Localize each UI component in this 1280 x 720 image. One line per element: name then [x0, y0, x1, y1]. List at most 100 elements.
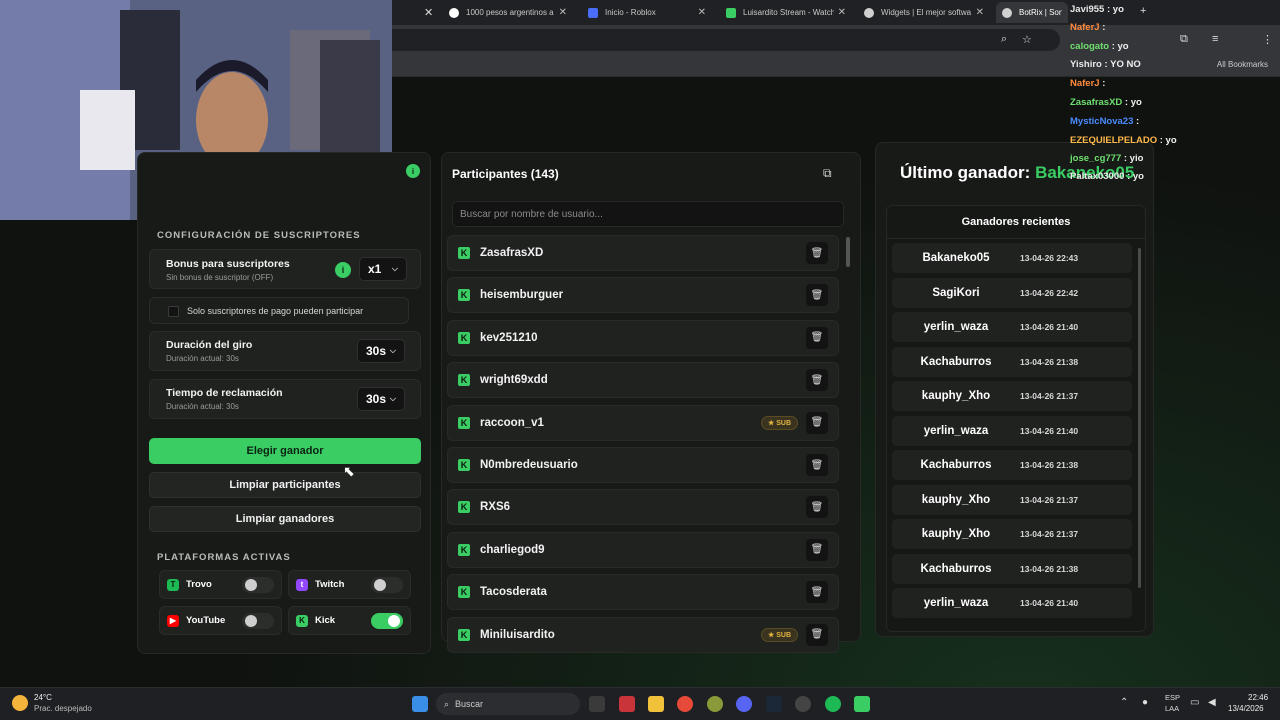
search-placeholder: Buscar por nombre de usuario... [460, 208, 603, 220]
close-tab-icon[interactable]: ✕ [976, 7, 984, 18]
task-view-icon[interactable] [589, 696, 605, 712]
platform-trovo: T Trovo [159, 570, 282, 599]
participant-list-scrollbar[interactable] [846, 237, 850, 267]
winner-name: yerlin_waza [923, 597, 989, 609]
chat-text: : [1136, 116, 1140, 127]
winner-date: 13-04-26 21:40 [1020, 322, 1079, 332]
bonus-multiplier-select[interactable]: x1 ⌵ [359, 257, 407, 281]
trash-icon: 🗑 [810, 247, 824, 259]
youtube-toggle[interactable] [242, 613, 274, 629]
google-icon [449, 7, 459, 18]
toggle-knob [374, 579, 386, 591]
chrome-icon[interactable] [677, 696, 693, 712]
weather-temp: 24°C [34, 693, 52, 702]
info-icon[interactable]: i [406, 164, 420, 178]
trovo-toggle[interactable] [242, 577, 274, 593]
participant-row: K N0mbredeusuario 🗑 [447, 447, 839, 483]
trash-icon: 🗑 [810, 586, 824, 598]
delete-participant-button[interactable]: 🗑 [806, 284, 828, 307]
participant-name: kev251210 [480, 331, 538, 344]
taskbar-search[interactable]: ⌕ Buscar [436, 693, 580, 715]
kick-icon[interactable] [854, 696, 870, 712]
clock-time[interactable]: 22:46 [1248, 693, 1268, 702]
volume-icon[interactable]: ◀ [1208, 697, 1216, 708]
chat-text: : yo [1111, 41, 1129, 52]
delete-participant-button[interactable]: 🗑 [806, 242, 828, 264]
tab-roblox[interactable]: Inicio - Roblox ✕ [582, 2, 712, 23]
sub-badge: ★ SUB [760, 627, 798, 642]
toggle-knob [388, 615, 400, 627]
clear-participants-button[interactable]: Limpiar participantes [149, 472, 421, 498]
microphone-icon[interactable]: ● [1142, 697, 1148, 708]
winner-row: kauphy_Xho 13-04-26 21:37 [892, 484, 1132, 515]
spin-duration-select[interactable]: 30s ⌵ [357, 339, 405, 363]
delete-participant-button[interactable]: 🗑 [806, 411, 828, 434]
delete-participant-button[interactable]: 🗑 [806, 538, 828, 561]
kick-icon: K [458, 289, 470, 302]
chat-message: Javi955 : yo [1070, 4, 1124, 15]
recent-winners-scrollbar[interactable] [1138, 248, 1141, 588]
app-icon[interactable] [619, 696, 635, 712]
recent-winners-box: Ganadores recientes Bakaneko05 13-04-26 2… [886, 205, 1146, 632]
steam-icon[interactable] [766, 696, 782, 712]
chat-message: ZasafrasXD : yo [1070, 97, 1142, 108]
kick-toggle[interactable] [371, 613, 403, 629]
clock-date[interactable]: 13/4/2026 [1228, 704, 1264, 713]
delete-participant-button[interactable]: 🗑 [806, 623, 828, 646]
participant-search-input[interactable]: Buscar por nombre de usuario... [452, 201, 844, 227]
winner-row: Kachaburros 13-04-26 21:38 [892, 553, 1132, 584]
chat-text: : [1102, 22, 1106, 33]
screen: ✕ 1000 pesos argentinos a d ✕ Inicio - R… [0, 0, 1280, 720]
zoom-icon[interactable]: ⌕ [1001, 33, 1007, 46]
winner-date: 13-04-26 21:38 [1020, 563, 1079, 574]
address-bar[interactable] [380, 29, 1060, 51]
participant-row: K RXS6 🗑 [447, 489, 839, 526]
claim-time-subtitle: Duración actual: 30s [166, 402, 239, 411]
tab-botrix-sorteo[interactable]: BotRix | Sorteo [996, 2, 1068, 23]
tab-kick-stream[interactable]: Luisardito Stream - Watch ✕ [720, 2, 852, 23]
participant-row: K Tacosderata 🗑 [447, 574, 839, 611]
tab-widgets[interactable]: Widgets | El mejor softwa ✕ [858, 2, 990, 23]
kick-icon: K [458, 586, 470, 599]
obs-icon[interactable] [795, 696, 811, 712]
chevron-down-icon: ⌵ [389, 346, 396, 355]
tab-google[interactable]: 1000 pesos argentinos a d ✕ [443, 2, 573, 23]
delete-participant-button[interactable]: 🗑 [806, 581, 828, 604]
close-tab-icon[interactable]: ✕ [559, 7, 567, 18]
delete-participant-button[interactable]: 🗑 [806, 369, 828, 392]
bookmark-star-icon[interactable]: ☆ [1022, 33, 1032, 46]
network-icon[interactable]: ▭ [1190, 697, 1199, 708]
delete-participant-button[interactable]: 🗑 [806, 326, 828, 349]
close-tab-icon[interactable]: ✕ [424, 6, 433, 19]
bonus-subtitle: Sin bonus de suscriptor (OFF) [166, 273, 274, 282]
clear-winners-button[interactable]: Limpiar ganadores [149, 506, 421, 532]
winner-row: Kachaburros 13-04-26 21:38 [892, 450, 1132, 480]
windows-start-icon[interactable] [412, 696, 428, 712]
chevron-up-icon[interactable]: ⌃ [1120, 697, 1128, 708]
delete-participant-button[interactable]: 🗑 [806, 496, 828, 519]
weather-sun-icon[interactable] [12, 695, 28, 711]
twitch-toggle[interactable] [371, 577, 403, 593]
file-explorer-icon[interactable] [648, 696, 664, 712]
info-icon[interactable]: i [335, 262, 351, 278]
app-icon[interactable] [707, 696, 723, 712]
lang-code[interactable]: ESP [1165, 693, 1180, 702]
claim-time-select[interactable]: 30s ⌵ [357, 387, 405, 411]
delete-participant-button[interactable]: 🗑 [806, 454, 828, 476]
close-tab-icon[interactable]: ✕ [838, 7, 846, 18]
paid-subs-only-checkbox[interactable] [168, 306, 179, 317]
winner-date: 13-04-26 21:38 [1020, 356, 1079, 367]
participant-name: heisemburguer [480, 289, 564, 302]
choose-winner-button[interactable]: Elegir ganador [149, 438, 421, 464]
subscriber-bonus-card: Bonus para suscriptores Sin bonus de sus… [149, 249, 421, 289]
lang-layout[interactable]: LAA [1165, 704, 1179, 713]
paid-subs-only-option[interactable]: Solo suscriptores de pago pueden partici… [149, 297, 409, 324]
claim-time-card: Tiempo de reclamación Duración actual: 3… [149, 379, 421, 419]
discord-icon[interactable] [736, 696, 752, 712]
copy-icon[interactable]: ⧉ [823, 166, 832, 181]
winner-date: 13-04-26 21:37 [1020, 391, 1079, 401]
spotify-icon[interactable] [825, 696, 841, 712]
winner-name: kauphy_Xho [921, 528, 991, 540]
close-tab-icon[interactable]: ✕ [698, 7, 706, 18]
winner-name: yerlin_waza [923, 321, 989, 333]
